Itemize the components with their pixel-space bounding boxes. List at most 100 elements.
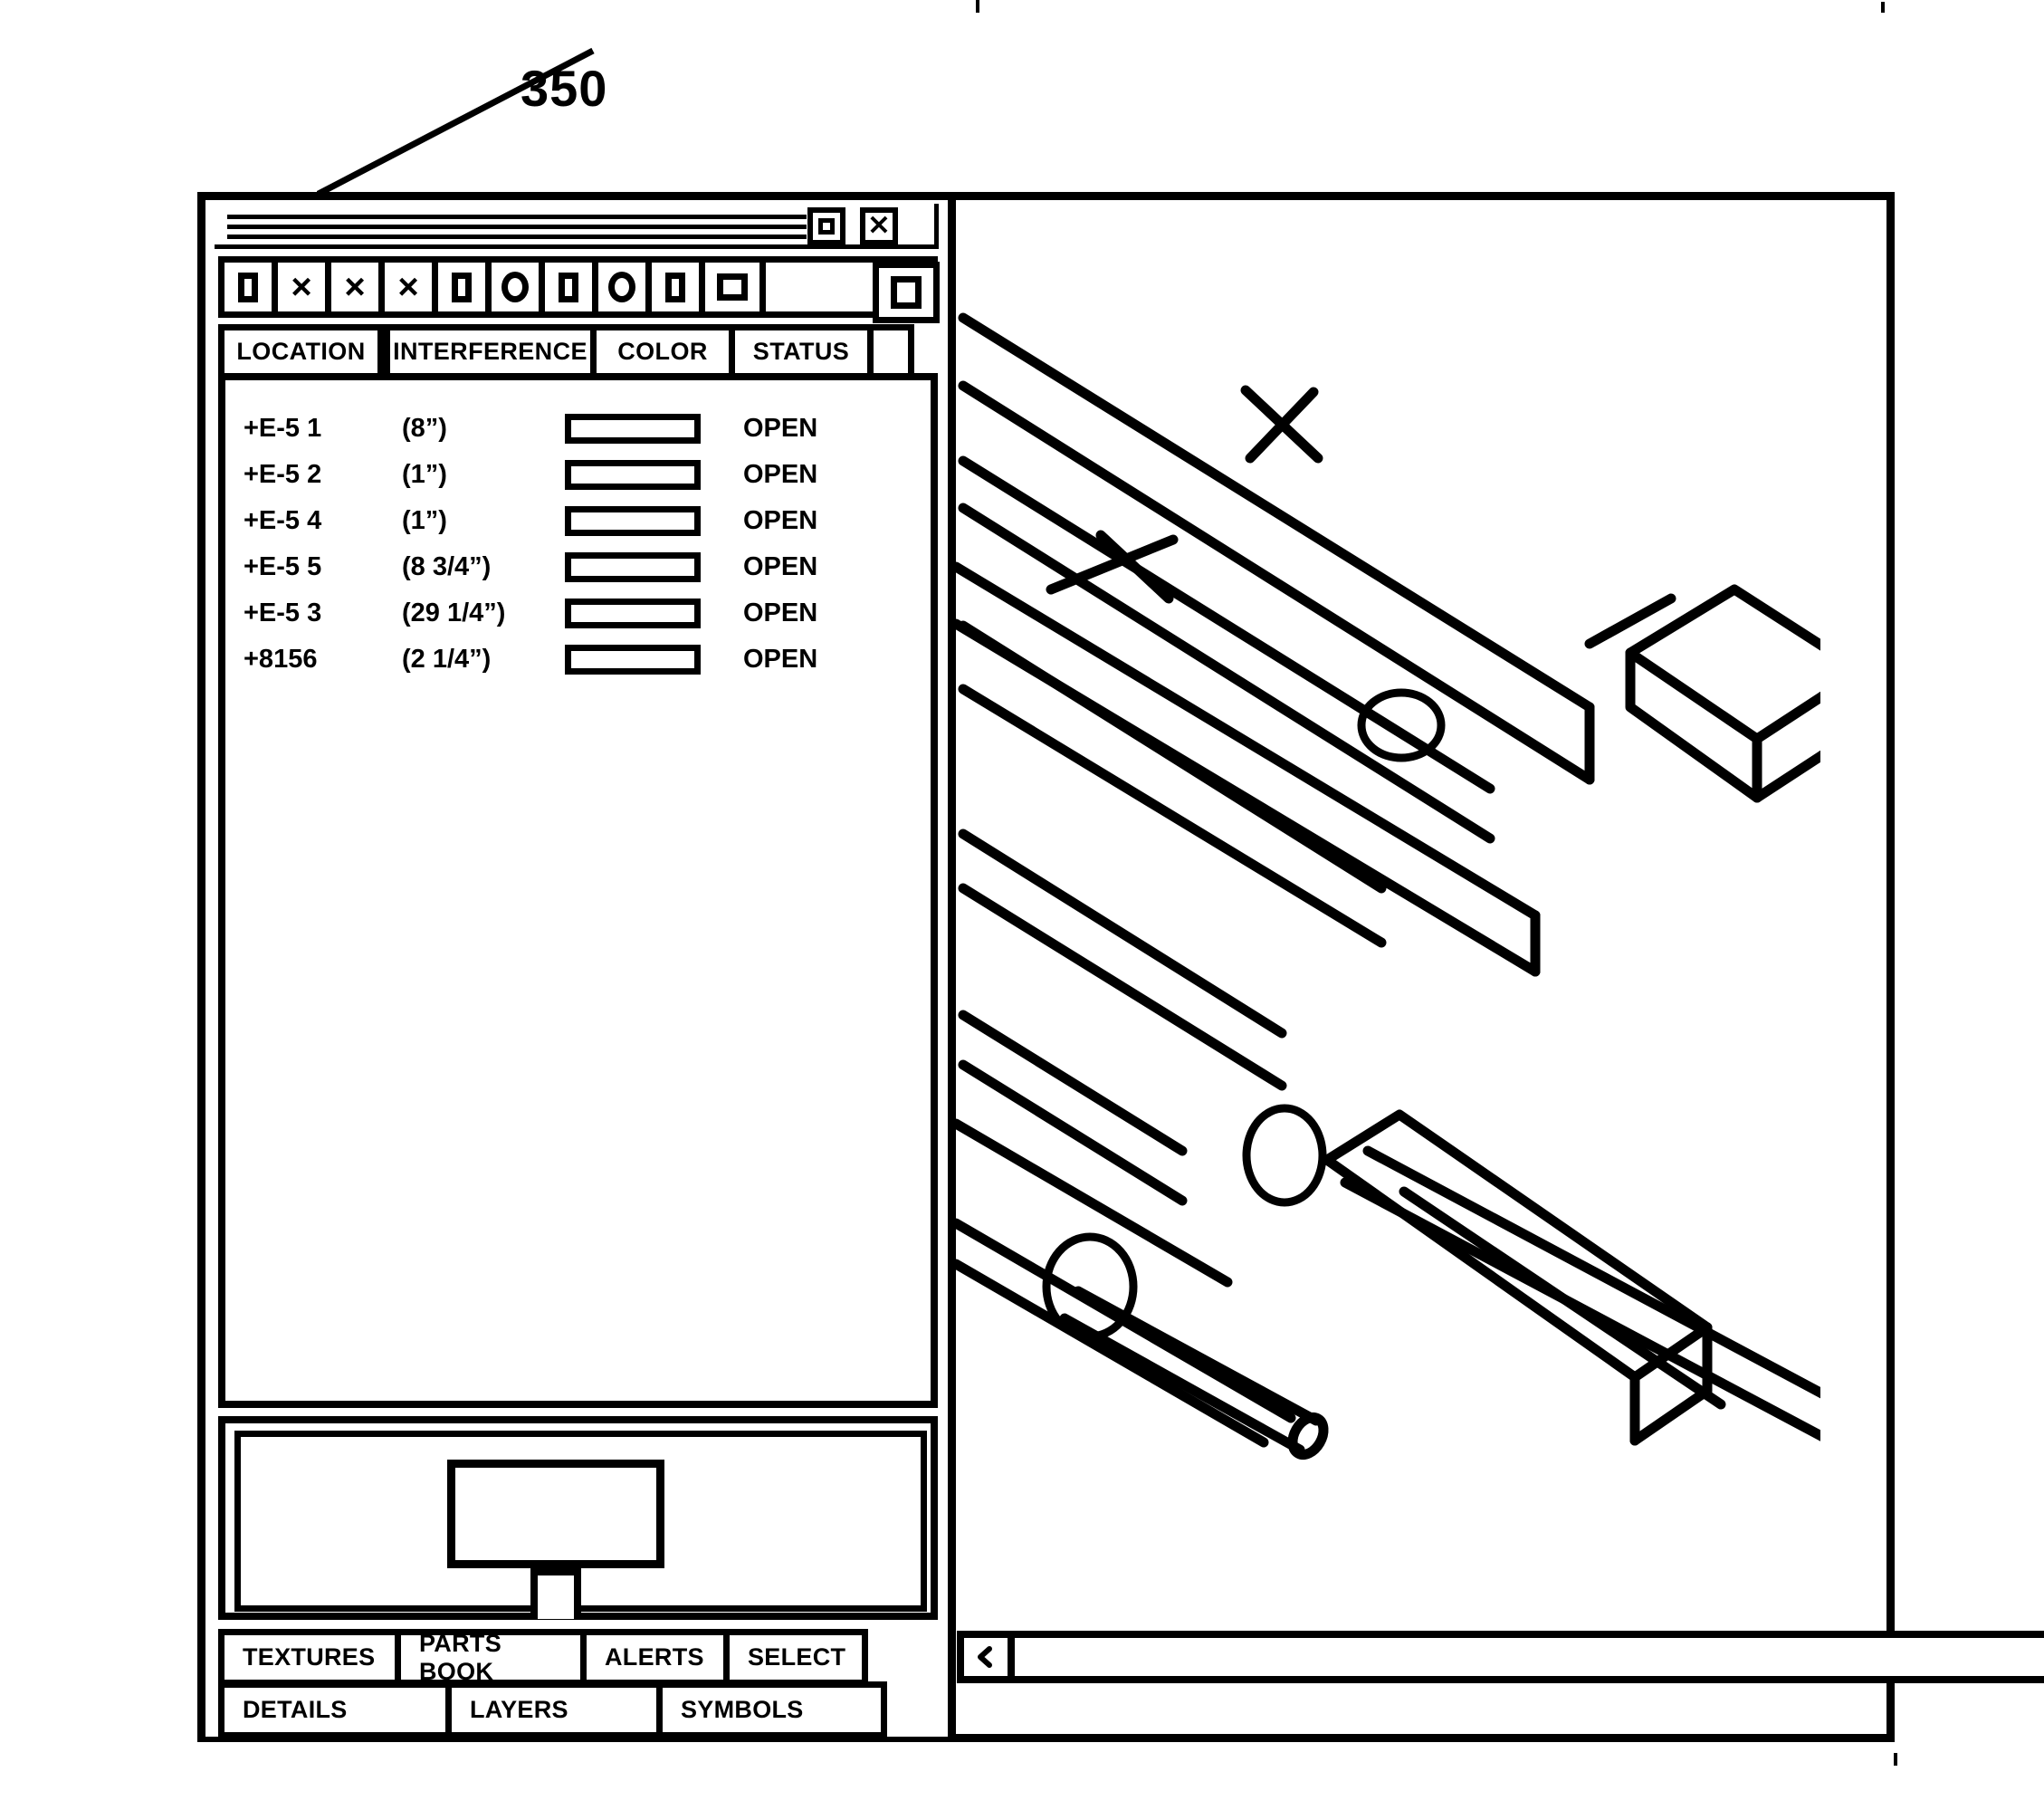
interference-marker xyxy=(1242,1104,1327,1207)
interference-marker xyxy=(1357,688,1446,762)
close-icon: ✕ xyxy=(867,211,891,241)
cell-status: OPEN xyxy=(743,414,818,443)
application-window: ✕ × × × LOCATION INTERFERENCE COLOR STAT… xyxy=(197,192,2044,1742)
parts-book-button[interactable]: PARTS BOOK xyxy=(395,1629,587,1686)
color-swatch[interactable] xyxy=(565,645,701,675)
tool-button-3[interactable]: × xyxy=(325,263,385,311)
title-rule xyxy=(227,235,807,239)
cell-location: +8156 xyxy=(244,645,318,674)
cell-location: +E-5 5 xyxy=(244,552,322,581)
cell-color[interactable] xyxy=(565,506,723,536)
tool-button-1[interactable] xyxy=(218,263,278,311)
cell-interference: (1”) xyxy=(402,506,447,535)
select-button[interactable]: SELECT xyxy=(723,1629,868,1686)
horizontal-scroll-track[interactable] xyxy=(1015,1638,2044,1676)
details-button[interactable]: DETAILS xyxy=(218,1681,452,1738)
color-swatch[interactable] xyxy=(565,414,701,444)
tool-button-6[interactable] xyxy=(485,263,545,311)
layers-button[interactable]: LAYERS xyxy=(445,1681,663,1738)
square-icon xyxy=(238,272,258,302)
circle-icon xyxy=(608,272,635,302)
interference-list-panel: ✕ × × × LOCATION INTERFERENCE COLOR STAT… xyxy=(205,200,948,1738)
cell-interference: (1”) xyxy=(402,460,447,489)
title-rule xyxy=(227,215,807,219)
color-swatch[interactable] xyxy=(565,599,701,628)
cell-interference: (8”) xyxy=(402,414,447,443)
cell-color[interactable] xyxy=(565,414,723,444)
cell-color[interactable] xyxy=(565,645,723,675)
column-header-location[interactable]: LOCATION xyxy=(218,324,384,373)
registration-tick-top xyxy=(976,0,979,13)
color-swatch[interactable] xyxy=(565,506,701,536)
toolbar: × × × xyxy=(218,256,938,318)
tool-button-10[interactable] xyxy=(699,263,766,311)
alerts-button[interactable]: ALERTS xyxy=(580,1629,730,1686)
square-icon xyxy=(559,272,578,302)
chevron-left-icon xyxy=(978,1646,992,1668)
column-header-interference[interactable]: INTERFERENCE xyxy=(384,324,597,373)
table-row[interactable]: +E-5 2 (1”) OPEN xyxy=(225,452,931,498)
x-icon: × xyxy=(344,267,366,307)
cell-color[interactable] xyxy=(565,552,723,582)
title-rule xyxy=(227,225,807,229)
tool-button-8[interactable] xyxy=(592,263,652,311)
circle-icon xyxy=(501,272,529,302)
color-swatch[interactable] xyxy=(565,460,701,490)
column-header-tail xyxy=(867,324,914,373)
cell-location: +E-5 1 xyxy=(244,414,322,443)
horizontal-scrollbar[interactable] xyxy=(957,1631,2044,1683)
preview-stand-icon xyxy=(530,1568,581,1619)
panel-button-row-1: TEXTURES PARTS BOOK ALERTS SELECT xyxy=(218,1629,938,1686)
symbols-button[interactable]: SYMBOLS xyxy=(656,1681,887,1738)
table-row[interactable]: +E-5 1 (8”) OPEN xyxy=(225,406,931,452)
tool-button-5[interactable] xyxy=(432,263,492,311)
cell-status: OPEN xyxy=(743,599,818,627)
interference-list[interactable]: +E-5 1 (8”) OPEN +E-5 2 (1”) OPEN +E-5 4… xyxy=(218,380,938,1408)
color-swatch[interactable] xyxy=(565,552,701,582)
table-header-row: LOCATION INTERFERENCE COLOR STATUS xyxy=(218,324,938,380)
scroll-left-button[interactable] xyxy=(964,1638,1015,1676)
square-icon xyxy=(452,272,472,302)
cell-location: +E-5 3 xyxy=(244,599,322,627)
cell-status: OPEN xyxy=(743,645,818,674)
cell-location: +E-5 4 xyxy=(244,506,322,535)
registration-tick-bottom xyxy=(1894,1753,1897,1766)
cell-interference: (8 3/4”) xyxy=(402,552,492,581)
square-wide-icon xyxy=(717,273,748,301)
cell-status: OPEN xyxy=(743,506,818,535)
cell-status: OPEN xyxy=(743,460,818,489)
x-icon: × xyxy=(397,267,419,307)
tool-button-11[interactable] xyxy=(873,262,940,323)
3d-model-viewport[interactable] xyxy=(956,200,1820,1617)
panel-button-row-2: DETAILS LAYERS SYMBOLS xyxy=(218,1681,938,1738)
close-button[interactable]: ✕ xyxy=(860,207,898,245)
title-bar: ✕ xyxy=(215,204,939,249)
cell-location: +E-5 2 xyxy=(244,460,322,489)
textures-button[interactable]: TEXTURES xyxy=(218,1629,401,1686)
preview-frame[interactable] xyxy=(234,1431,927,1619)
table-row[interactable]: +E-5 5 (8 3/4”) OPEN xyxy=(225,544,931,590)
panel-divider xyxy=(948,200,956,1737)
figure-reference-number: 350 xyxy=(521,60,608,117)
title-bar-rules xyxy=(227,215,807,242)
cell-interference: (2 1/4”) xyxy=(402,645,492,674)
tool-button-9[interactable] xyxy=(645,263,705,311)
table-row[interactable]: +E-5 3 (29 1/4”) OPEN xyxy=(225,590,931,637)
tool-button-7[interactable] xyxy=(539,263,598,311)
table-row[interactable]: +8156 (2 1/4”) OPEN xyxy=(225,637,931,683)
cell-color[interactable] xyxy=(565,599,723,628)
restore-icon xyxy=(818,218,835,235)
restore-button[interactable] xyxy=(807,207,845,245)
preview-panel xyxy=(218,1416,938,1620)
column-header-color[interactable]: COLOR xyxy=(590,324,735,373)
square-icon xyxy=(665,272,685,302)
3d-model-drawing xyxy=(956,312,1820,1460)
table-row[interactable]: +E-5 4 (1”) OPEN xyxy=(225,498,931,544)
cell-color[interactable] xyxy=(565,460,723,490)
registration-tick-right xyxy=(1881,2,1885,13)
column-header-status[interactable]: STATUS xyxy=(729,324,874,373)
cell-status: OPEN xyxy=(743,552,818,581)
tool-button-2[interactable]: × xyxy=(272,263,331,311)
tool-button-4[interactable]: × xyxy=(378,263,438,311)
cell-interference: (29 1/4”) xyxy=(402,599,506,627)
